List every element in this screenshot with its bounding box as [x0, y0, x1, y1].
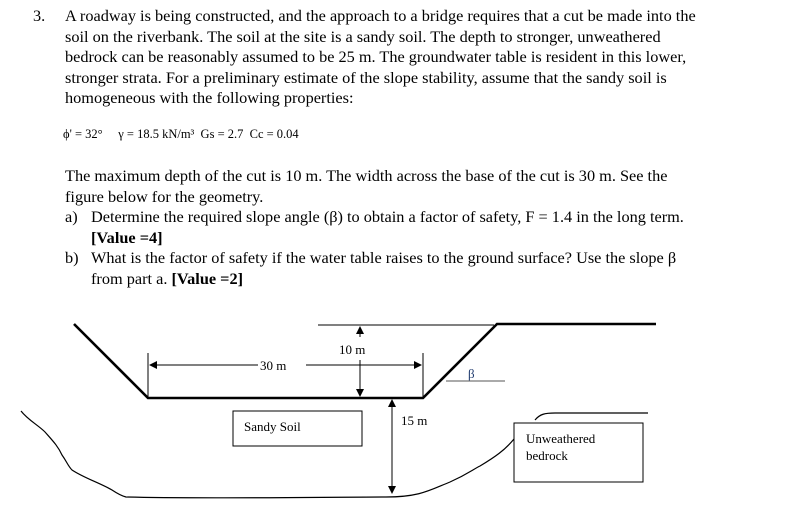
cut-profile — [73, 322, 656, 400]
width-label: 30 m — [260, 358, 286, 373]
beta-label: β — [468, 366, 475, 381]
thickness-label: 15 m — [401, 413, 427, 428]
bedrock-label-line1: Unweathered — [526, 431, 596, 446]
bedrock-label-line2: bedrock — [526, 448, 568, 463]
depth-label: 10 m — [339, 342, 365, 357]
cut-geometry-figure: 30 m 10 m β 15 m Sandy Soil Unweathered … — [20, 322, 656, 499]
sandy-soil-label: Sandy Soil — [244, 419, 301, 434]
